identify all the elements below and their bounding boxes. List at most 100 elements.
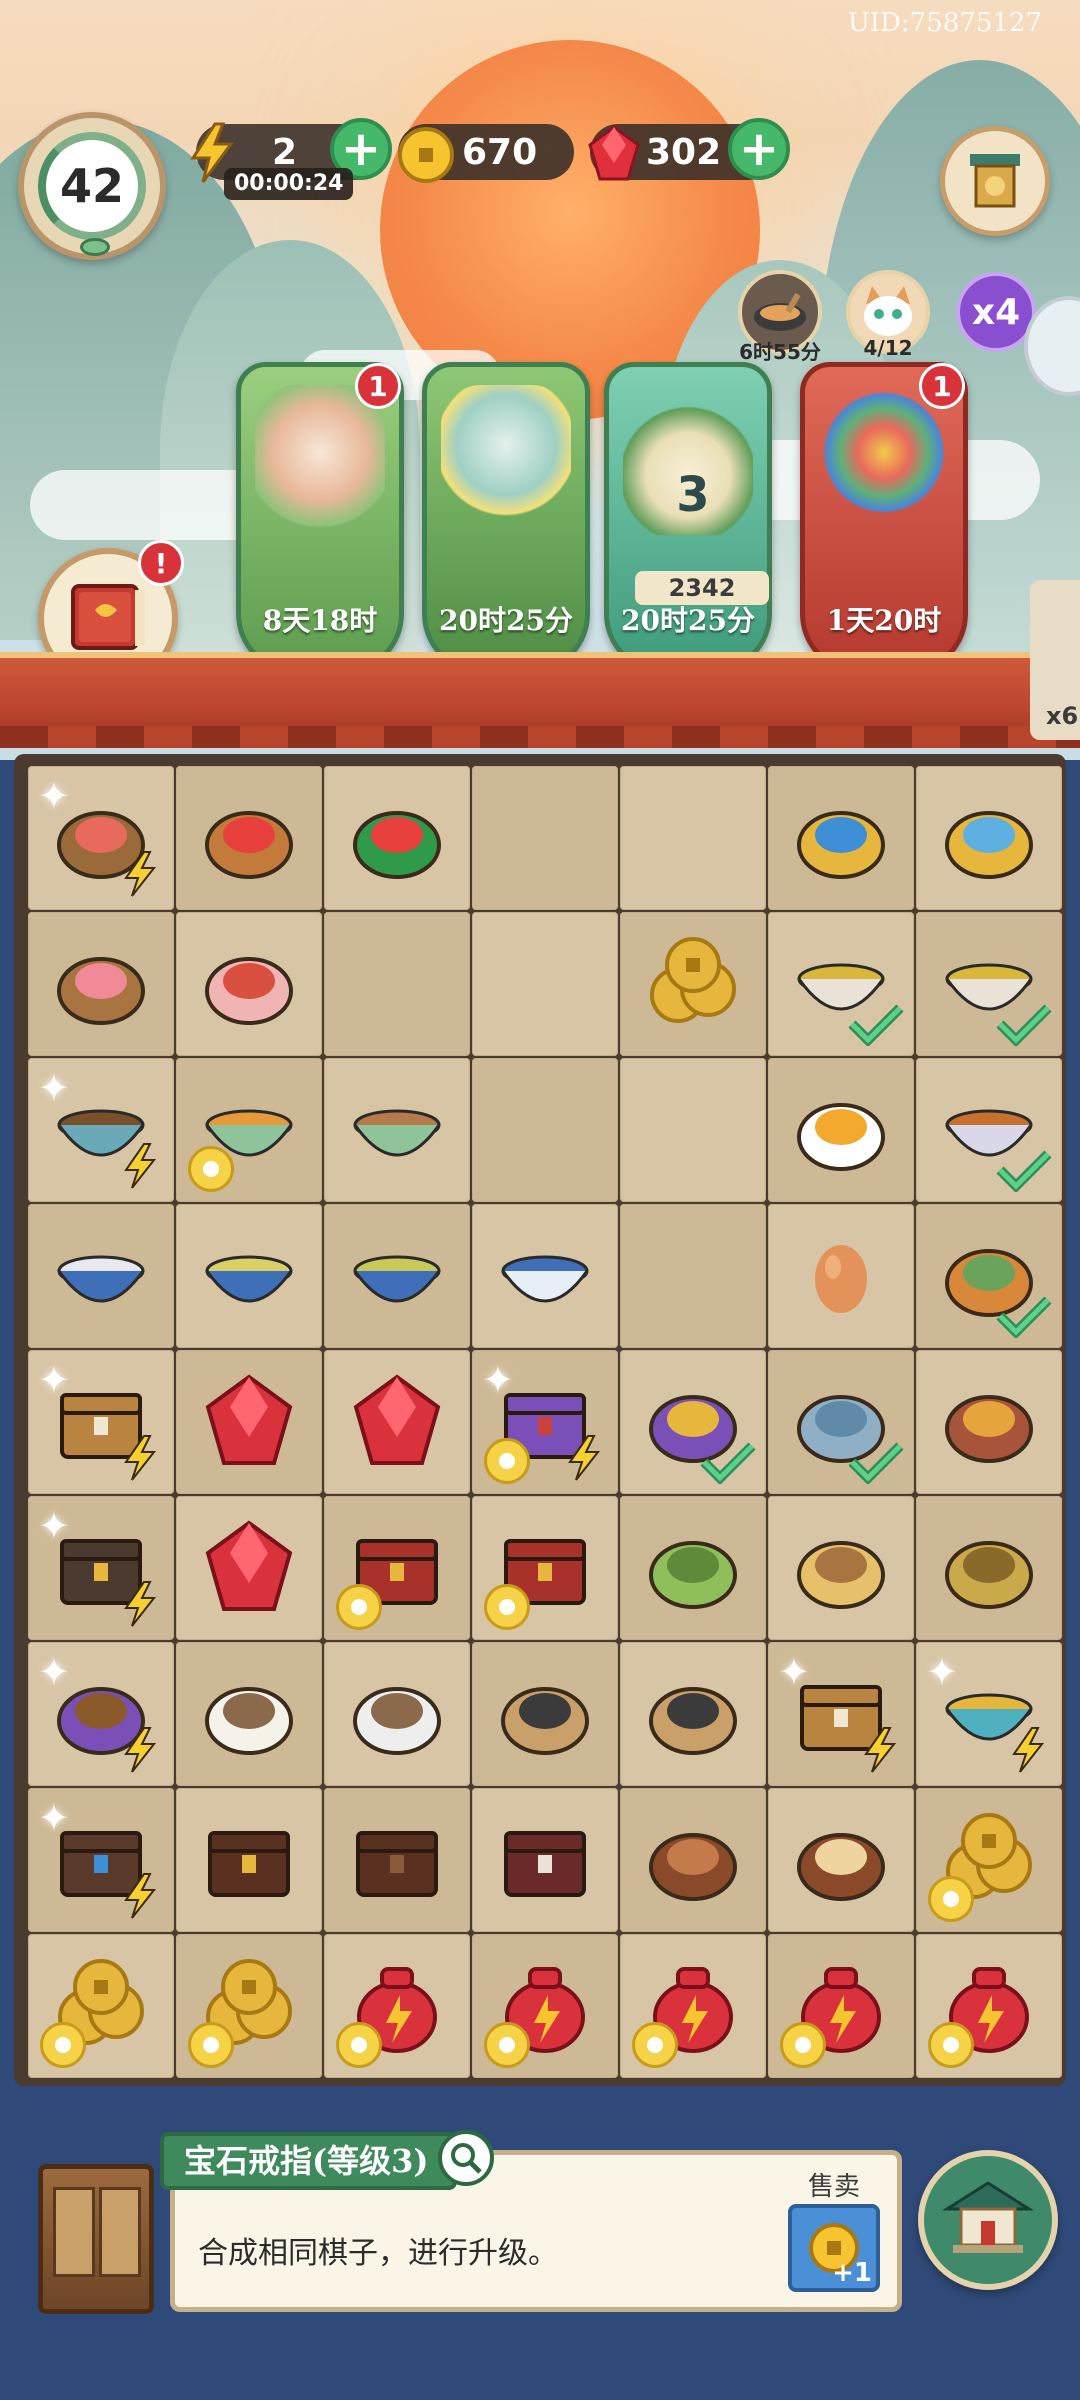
square-hole-coin[interactable]	[638, 929, 748, 1039]
board-cell[interactable]	[620, 766, 766, 910]
board-cell[interactable]	[472, 1496, 618, 1640]
gold-bracelet[interactable]	[934, 783, 1044, 893]
pig-rice-cake[interactable]	[194, 929, 304, 1039]
porcelain-tea-bowl[interactable]	[46, 1221, 156, 1331]
board-cell[interactable]	[916, 1496, 1062, 1640]
ruby-pair[interactable]	[194, 1367, 304, 1477]
empty-nest[interactable]	[638, 1805, 748, 1915]
sweet-soup-bowl[interactable]	[342, 1075, 452, 1185]
storage-cabinet-button[interactable]	[38, 2164, 154, 2314]
chick-nest[interactable]	[786, 1513, 896, 1623]
board-cell[interactable]: ✦	[768, 1642, 914, 1786]
board-cell[interactable]	[768, 1496, 914, 1640]
grain-pile[interactable]	[934, 1513, 1044, 1623]
board-cell[interactable]	[620, 1788, 766, 1932]
board-cell[interactable]: ✦	[916, 1642, 1062, 1786]
green-tea-cup[interactable]	[342, 1221, 452, 1331]
board-cell[interactable]	[472, 1058, 618, 1202]
board-cell[interactable]	[324, 912, 470, 1056]
chicken-coop[interactable]	[934, 1367, 1044, 1477]
board-cell[interactable]	[620, 1350, 766, 1494]
board-cell[interactable]	[176, 1350, 322, 1494]
board-cell[interactable]	[28, 1204, 174, 1348]
peach-bun-plate[interactable]	[46, 929, 156, 1039]
bead-bracelet[interactable]	[786, 783, 896, 893]
board-cell[interactable]	[620, 1204, 766, 1348]
board-cell[interactable]	[324, 1204, 470, 1348]
cotton[interactable]	[194, 1659, 304, 1769]
bamboo[interactable]	[638, 1513, 748, 1623]
board-cell[interactable]	[324, 766, 470, 910]
board-cell[interactable]	[620, 1496, 766, 1640]
fried-egg[interactable]	[786, 1075, 896, 1185]
board-cell[interactable]	[176, 1058, 322, 1202]
board-cell[interactable]	[176, 1934, 322, 2078]
ruby[interactable]	[342, 1367, 452, 1477]
board-cell[interactable]: ✦	[28, 1058, 174, 1202]
small-box[interactable]	[342, 1805, 452, 1915]
board-cell[interactable]	[324, 1058, 470, 1202]
brush[interactable]	[490, 1659, 600, 1769]
green-tea-pot[interactable]	[194, 1221, 304, 1331]
egg[interactable]	[786, 1221, 896, 1331]
board-cell[interactable]	[768, 1788, 914, 1932]
wooden-box[interactable]	[194, 1805, 304, 1915]
board-cell[interactable]	[176, 1788, 322, 1932]
board-cell[interactable]	[768, 1058, 914, 1202]
magnifier-icon[interactable]	[438, 2130, 494, 2186]
board-cell[interactable]	[324, 1496, 470, 1640]
board-cell[interactable]	[916, 1788, 1062, 1932]
brush-and-ruler[interactable]	[638, 1659, 748, 1769]
board-cell[interactable]	[472, 1204, 618, 1348]
board-cell[interactable]	[916, 912, 1062, 1056]
add-gems-button[interactable]: +	[728, 118, 790, 180]
board-cell[interactable]	[324, 1642, 470, 1786]
board-cell[interactable]	[28, 912, 174, 1056]
board-cell[interactable]	[472, 1934, 618, 2078]
board-cell[interactable]	[324, 1350, 470, 1494]
board-cell[interactable]: ✦	[28, 1496, 174, 1640]
board-cell[interactable]	[176, 1642, 322, 1786]
board-cell[interactable]	[176, 912, 322, 1056]
board-cell[interactable]	[768, 1350, 914, 1494]
temple-button[interactable]	[940, 126, 1050, 236]
board-cell[interactable]	[472, 1788, 618, 1932]
porcelain-cup[interactable]	[490, 1221, 600, 1331]
board-cell[interactable]: ✦	[28, 766, 174, 910]
board-cell[interactable]	[768, 912, 914, 1056]
board-cell[interactable]	[620, 1934, 766, 2078]
quest-card-flower-cat[interactable]: 20时25分	[422, 362, 590, 674]
board-cell[interactable]	[916, 766, 1062, 910]
ruby-cluster[interactable]	[194, 1513, 304, 1623]
thread-spools[interactable]	[342, 1659, 452, 1769]
board-cell[interactable]	[620, 1058, 766, 1202]
jewel-box[interactable]	[490, 1805, 600, 1915]
board-cell[interactable]: ✦	[28, 1788, 174, 1932]
egg-nest[interactable]	[786, 1805, 896, 1915]
quest-card-cat[interactable]: 1 8天18时	[236, 362, 404, 674]
board-cell[interactable]	[620, 912, 766, 1056]
board-cell[interactable]: ✦	[28, 1642, 174, 1786]
board-cell[interactable]	[324, 1934, 470, 2078]
board-cell[interactable]	[176, 1204, 322, 1348]
player-level-badge[interactable]: 42	[18, 112, 166, 260]
board-cell[interactable]	[176, 766, 322, 910]
sell-button[interactable]: +1	[788, 2204, 880, 2292]
board-cell[interactable]	[28, 1934, 174, 2078]
board-cell[interactable]	[472, 912, 618, 1056]
board-cell[interactable]	[768, 766, 914, 910]
quest-card-bonsai[interactable]: 3 2342 20时25分	[604, 362, 772, 674]
board-cell[interactable]	[768, 1204, 914, 1348]
quest-card-paint[interactable]: 1 1天20时	[800, 362, 968, 674]
board-cell[interactable]	[176, 1496, 322, 1640]
board-cell[interactable]	[768, 1934, 914, 2078]
board-cell[interactable]: ✦	[472, 1350, 618, 1494]
board-cell[interactable]	[472, 766, 618, 910]
pavilion-button[interactable]	[918, 2150, 1058, 2290]
board-cell[interactable]	[916, 1934, 1062, 2078]
board-cell[interactable]	[916, 1058, 1062, 1202]
board-cell[interactable]	[916, 1204, 1062, 1348]
watermelon-slice[interactable]	[342, 783, 452, 893]
board-cell[interactable]	[324, 1788, 470, 1932]
board-cell[interactable]: ✦	[28, 1350, 174, 1494]
